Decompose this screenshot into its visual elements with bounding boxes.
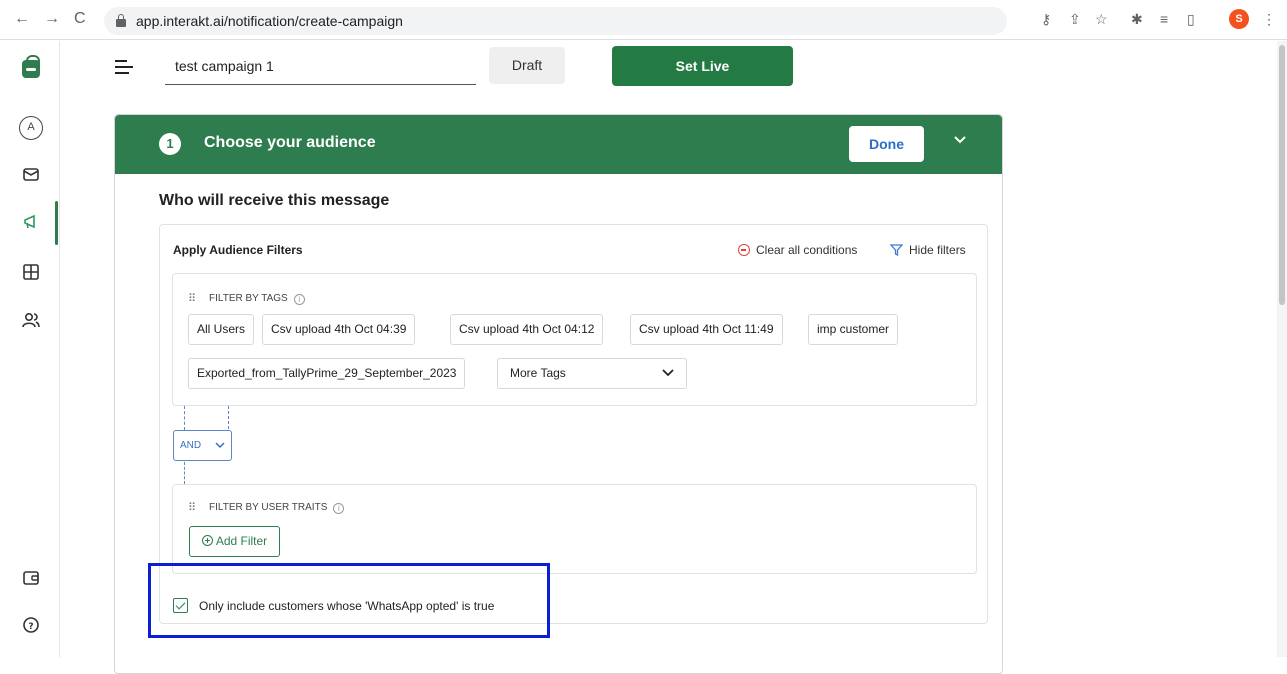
browser-toolbar: ← → C app.interakt.ai/notification/creat…	[0, 0, 1287, 40]
extensions-icon[interactable]: ✱	[1131, 11, 1143, 28]
reading-list-icon[interactable]: ≡	[1160, 11, 1168, 27]
campaign-name-input[interactable]: test campaign 1	[165, 50, 476, 85]
tag-chip[interactable]: Exported_from_TallyPrime_29_September_20…	[188, 358, 466, 389]
draft-button[interactable]: Draft	[489, 47, 565, 84]
filter-funnel-icon	[890, 244, 903, 256]
tag-chip[interactable]: Csv upload 4th Oct 11:49	[630, 314, 783, 345]
account-icon[interactable]: A	[19, 116, 43, 140]
connector-line	[184, 406, 185, 430]
chevron-down-icon	[662, 369, 674, 377]
add-filter-button[interactable]: Add Filter	[189, 526, 280, 557]
tag-chip[interactable]: Csv upload 4th Oct 04:39	[262, 314, 416, 345]
add-filter-label: Add Filter	[215, 534, 268, 548]
lock-icon	[116, 14, 126, 27]
scrollbar-thumb[interactable]	[1279, 45, 1285, 305]
info-icon[interactable]: i	[293, 294, 305, 305]
star-icon[interactable]: ☆	[1095, 11, 1108, 28]
info-icon[interactable]: i	[333, 503, 345, 514]
side-panel-icon[interactable]: ▯	[1187, 11, 1195, 28]
connector-line	[184, 462, 185, 484]
operator-label: AND	[180, 440, 202, 451]
step-number-badge: 1	[159, 133, 181, 155]
set-live-button[interactable]: Set Live	[612, 46, 793, 86]
reload-icon[interactable]: C	[74, 10, 86, 28]
done-button[interactable]: Done	[849, 126, 924, 162]
drag-handle-icon[interactable]: ⠿	[188, 501, 196, 514]
active-indicator	[55, 201, 58, 245]
back-arrow-icon[interactable]: ←	[14, 10, 30, 28]
plus-circle-icon	[201, 535, 213, 546]
page-scrollbar[interactable]	[1277, 41, 1287, 657]
filter-by-traits-label: FILTER BY USER TRAITS i	[209, 502, 345, 514]
share-icon[interactable]: ⇪	[1069, 11, 1081, 28]
interakt-logo-icon[interactable]	[22, 55, 40, 78]
grid-icon[interactable]	[20, 261, 42, 283]
hide-filters-button[interactable]: Hide filters	[890, 242, 966, 257]
inbox-icon[interactable]	[20, 163, 42, 185]
url-text: app.interakt.ai/notification/create-camp…	[136, 13, 403, 29]
more-menu-icon[interactable]: ⋮	[1262, 11, 1276, 28]
clear-all-label: Clear all conditions	[756, 243, 858, 257]
address-bar[interactable]: app.interakt.ai/notification/create-camp…	[104, 7, 1007, 35]
and-operator-dropdown[interactable]: AND	[173, 430, 232, 461]
collapse-chevron-icon[interactable]	[953, 135, 967, 145]
left-sidebar: A ?	[0, 41, 60, 657]
more-tags-label: More Tags	[510, 366, 566, 380]
clear-all-conditions-button[interactable]: Clear all conditions	[738, 242, 857, 257]
section-title: Choose your audience	[204, 134, 376, 151]
filters-title: Apply Audience Filters	[173, 243, 303, 257]
filter-by-user-traits-box: ⠿ FILTER BY USER TRAITS i Add Filter	[172, 484, 977, 574]
key-icon[interactable]: ⚷	[1041, 11, 1051, 28]
forward-arrow-icon[interactable]: →	[44, 10, 60, 28]
profile-avatar[interactable]: S	[1229, 9, 1249, 29]
chevron-down-icon	[215, 442, 225, 448]
highlight-box	[148, 563, 550, 638]
filter-by-tags-box: ⠿ FILTER BY TAGS i All Users Csv upload 4…	[172, 273, 977, 406]
wallet-icon[interactable]	[20, 567, 42, 589]
tag-chip[interactable]: imp customer	[808, 314, 899, 345]
section-subtitle: Who will receive this message	[159, 192, 390, 209]
more-tags-dropdown[interactable]: More Tags	[497, 358, 687, 389]
users-icon[interactable]	[20, 309, 42, 331]
minus-circle-icon	[738, 244, 750, 256]
svg-text:?: ?	[28, 622, 33, 632]
hide-filters-label: Hide filters	[909, 243, 966, 257]
tag-chip[interactable]: All Users	[188, 314, 255, 345]
drag-handle-icon[interactable]: ⠿	[188, 292, 196, 305]
menu-toggle-icon[interactable]	[115, 60, 133, 76]
filter-by-tags-label: FILTER BY TAGS i	[209, 293, 305, 305]
section-header[interactable]: 1 Choose your audience Done	[115, 115, 1002, 174]
help-icon[interactable]: ?	[20, 614, 42, 636]
campaign-megaphone-icon[interactable]	[20, 211, 42, 233]
tag-chip[interactable]: Csv upload 4th Oct 04:12	[450, 314, 604, 345]
